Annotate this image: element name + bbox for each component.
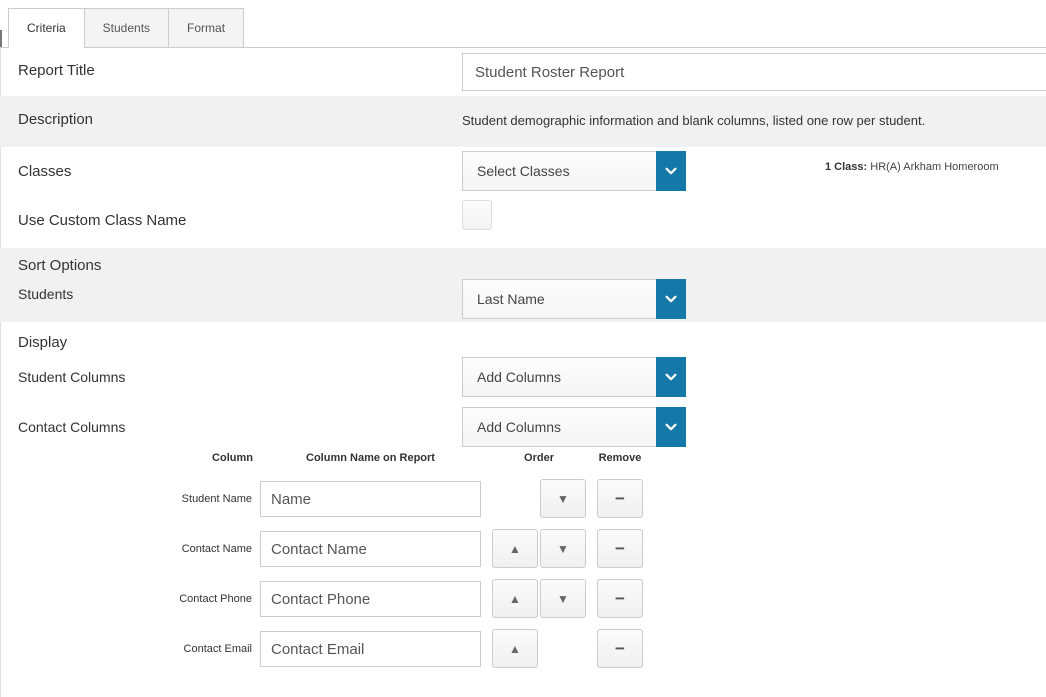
display-heading: Display — [18, 334, 67, 351]
down-arrow-icon: ▼ — [557, 542, 569, 556]
chevron-down-icon — [656, 357, 686, 397]
move-down-button[interactable]: ▼ — [540, 579, 586, 618]
columns-table-header: Column Column Name on Report Order Remov… — [0, 452, 1046, 468]
student-columns-label: Student Columns — [18, 369, 125, 385]
column-row-student-name: Student Name ▼ − — [0, 479, 1046, 519]
description-label: Description — [18, 111, 93, 128]
use-custom-class-name-row: Use Custom Class Name — [0, 200, 1046, 248]
select-classes-dropdown-value: Select Classes — [477, 152, 570, 190]
report-criteria-page: Criteria Students Format Report Title De… — [0, 0, 1046, 697]
sort-students-label: Students — [18, 286, 73, 302]
minus-icon: − — [615, 589, 625, 609]
contact-columns-row: Contact Columns Add Columns — [0, 407, 1046, 457]
up-arrow-icon: ▲ — [509, 542, 521, 556]
column-row-contact-email: Contact Email ▲ − — [0, 629, 1046, 669]
selected-classes-names: HR(A) Arkham Homeroom — [867, 161, 998, 173]
tab-criteria[interactable]: Criteria — [8, 8, 85, 48]
up-arrow-icon: ▲ — [509, 592, 521, 606]
minus-icon: − — [615, 489, 625, 509]
down-arrow-icon: ▼ — [557, 492, 569, 506]
down-arrow-icon: ▼ — [557, 592, 569, 606]
column-row-contact-phone: Contact Phone ▲ ▼ − — [0, 579, 1046, 619]
report-title-input[interactable] — [462, 53, 1046, 91]
contact-columns-dropdown[interactable]: Add Columns — [462, 407, 686, 447]
remove-column-button[interactable]: − — [597, 579, 643, 618]
up-arrow-icon: ▲ — [509, 642, 521, 656]
use-custom-class-name-checkbox[interactable] — [462, 200, 492, 230]
column-row-contact-name: Contact Name ▲ ▼ − — [0, 529, 1046, 569]
move-up-button[interactable]: ▲ — [492, 579, 538, 618]
column-row-label: Contact Phone — [90, 579, 252, 619]
remove-column-button[interactable]: − — [597, 629, 643, 668]
remove-column-button[interactable]: − — [597, 529, 643, 568]
window-edge-mark — [0, 30, 2, 47]
sort-options-section: Sort Options Students Last Name — [0, 248, 1046, 322]
sort-students-dropdown-value: Last Name — [477, 280, 545, 318]
chevron-down-icon — [656, 407, 686, 447]
student-columns-dropdown[interactable]: Add Columns — [462, 357, 686, 397]
tab-bar: Criteria Students Format — [8, 8, 244, 48]
chevron-down-icon — [656, 279, 686, 319]
move-up-button[interactable]: ▲ — [492, 629, 538, 668]
column-name-input[interactable] — [260, 481, 481, 517]
column-name-input[interactable] — [260, 531, 481, 567]
minus-icon: − — [615, 539, 625, 559]
contact-columns-dropdown-value: Add Columns — [477, 408, 561, 446]
move-down-button[interactable]: ▼ — [540, 479, 586, 518]
chevron-down-icon — [656, 151, 686, 191]
column-name-on-report-header: Column Name on Report — [260, 452, 481, 464]
column-row-label: Contact Name — [90, 529, 252, 569]
classes-label: Classes — [18, 163, 71, 180]
remove-column-button[interactable]: − — [597, 479, 643, 518]
use-custom-class-name-label: Use Custom Class Name — [18, 212, 186, 229]
student-columns-row: Student Columns Add Columns — [0, 357, 1046, 407]
move-down-button[interactable]: ▼ — [540, 529, 586, 568]
select-classes-dropdown[interactable]: Select Classes — [462, 151, 686, 191]
column-name-input[interactable] — [260, 581, 481, 617]
move-up-button[interactable]: ▲ — [492, 529, 538, 568]
minus-icon: − — [615, 639, 625, 659]
contact-columns-label: Contact Columns — [18, 419, 125, 435]
column-row-label: Student Name — [90, 479, 252, 519]
report-title-label: Report Title — [18, 62, 95, 79]
description-row: Description Student demographic informat… — [0, 96, 1046, 147]
description-text: Student demographic information and blan… — [462, 113, 925, 128]
student-columns-dropdown-value: Add Columns — [477, 358, 561, 396]
column-name-input[interactable] — [260, 631, 481, 667]
classes-row: Classes Select Classes 1 Class: HR(A) Ar… — [0, 147, 1046, 200]
order-header: Order — [492, 452, 586, 464]
selected-classes-count: 1 Class: — [825, 161, 867, 173]
tab-format[interactable]: Format — [168, 8, 244, 48]
column-row-label: Contact Email — [90, 629, 252, 669]
sort-students-dropdown[interactable]: Last Name — [462, 279, 686, 319]
tab-students[interactable]: Students — [84, 8, 169, 48]
sort-options-heading: Sort Options — [18, 257, 101, 274]
column-header: Column — [150, 452, 253, 464]
report-title-row: Report Title — [0, 47, 1046, 96]
selected-classes-summary: 1 Class: HR(A) Arkham Homeroom — [825, 161, 999, 173]
remove-header: Remove — [597, 452, 643, 464]
